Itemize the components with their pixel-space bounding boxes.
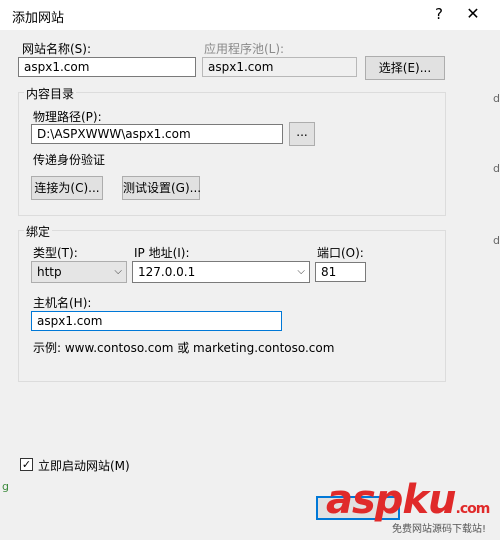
app-pool-field: aspx1.com — [202, 57, 357, 77]
background-text-fragment: d — [493, 234, 500, 247]
host-name-example: 示例: www.contoso.com 或 marketing.contoso.… — [33, 341, 335, 355]
ip-address-label: IP 地址(I): — [134, 246, 190, 260]
chevron-down-icon: ⌵ — [114, 266, 122, 277]
host-name-input[interactable]: aspx1.com — [31, 311, 282, 331]
background-text-fragment: d — [493, 92, 500, 105]
physical-path-label: 物理路径(P): — [33, 110, 102, 124]
help-icon[interactable]: ? — [428, 3, 450, 25]
site-name-input[interactable]: aspx1.com — [18, 57, 196, 77]
ip-address-select[interactable]: 127.0.0.1 ⌵ — [132, 261, 310, 283]
connect-as-button[interactable]: 连接为(C)... — [31, 176, 103, 200]
content-directory-title: 内容目录 — [24, 85, 77, 102]
type-select-value: http — [37, 265, 62, 279]
binding-title: 绑定 — [24, 223, 53, 240]
ip-address-value: 127.0.0.1 — [138, 265, 196, 279]
browse-path-button[interactable]: ... — [289, 122, 315, 146]
watermark-brand: aspku — [326, 477, 457, 523]
chevron-down-icon: ⌵ — [297, 266, 305, 277]
type-select[interactable]: http ⌵ — [31, 261, 127, 283]
select-pool-button[interactable]: 选择(E)... — [365, 56, 445, 80]
start-site-label: 立即启动网站(M) — [38, 459, 130, 473]
background-text-fragment: g — [2, 480, 9, 493]
close-icon[interactable]: ✕ — [462, 3, 484, 25]
type-label: 类型(T): — [33, 246, 78, 260]
physical-path-input[interactable]: D:\ASPXWWW\aspx1.com — [31, 124, 283, 144]
port-input[interactable]: 81 — [315, 262, 366, 282]
port-label: 端口(O): — [317, 246, 364, 260]
watermark-domain: .com — [455, 501, 491, 517]
app-pool-label: 应用程序池(L): — [204, 42, 285, 56]
watermark-subtitle: 免费网站源码下载站! — [392, 524, 487, 535]
test-settings-button[interactable]: 测试设置(G)... — [122, 176, 201, 200]
title-bar: 添加网站 ? ✕ — [0, 0, 500, 30]
window-title: 添加网站 — [12, 11, 65, 26]
pass-through-auth-label: 传递身份验证 — [33, 153, 106, 167]
host-name-label: 主机名(H): — [33, 296, 92, 310]
start-site-checkbox[interactable]: ✓ — [20, 458, 33, 471]
dialog-body: 网站名称(S): aspx1.com 应用程序池(L): aspx1.com 选… — [0, 30, 500, 540]
background-text-fragment: d — [493, 162, 500, 175]
site-name-label: 网站名称(S): — [22, 42, 92, 56]
